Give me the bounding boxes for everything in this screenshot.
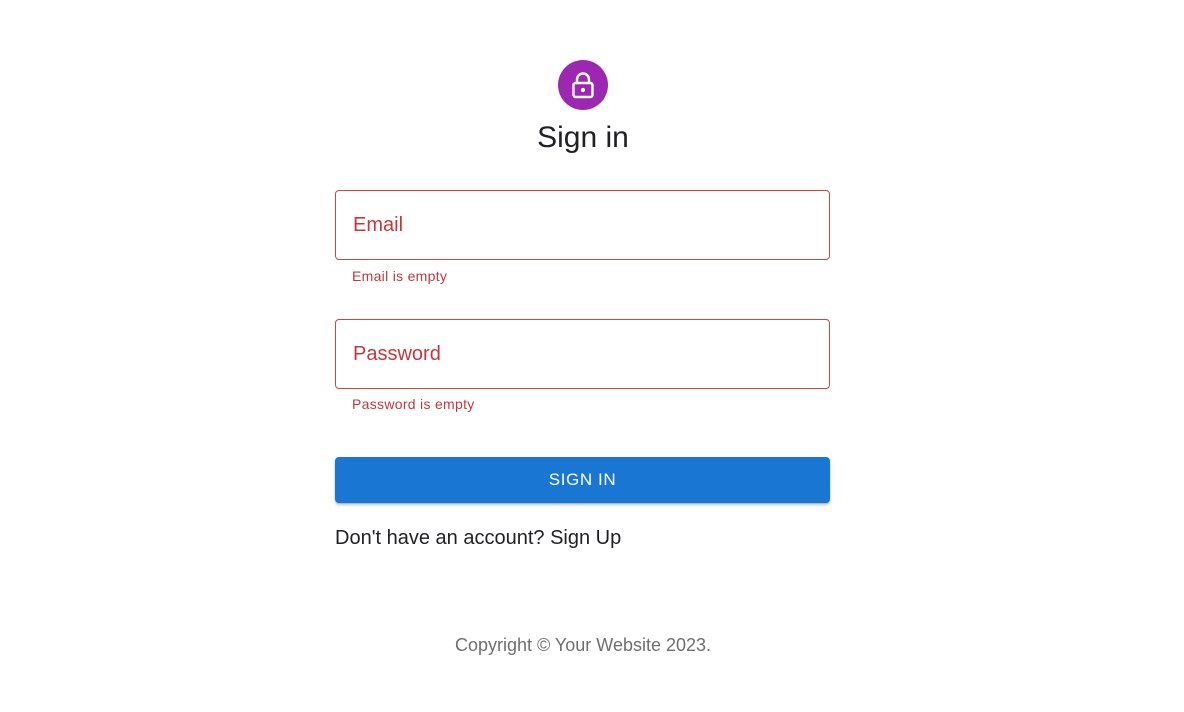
email-field[interactable]: Email	[335, 190, 830, 260]
password-error-text: Password is empty	[352, 396, 475, 412]
sign-in-button[interactable]: SIGN IN	[335, 457, 830, 503]
page-title: Sign in	[537, 121, 629, 154]
email-field-label: Email	[353, 214, 404, 236]
password-field[interactable]: Password	[335, 319, 830, 389]
sign-up-link[interactable]: Don't have an account? Sign Up	[335, 526, 621, 550]
email-error-text: Email is empty	[352, 268, 448, 284]
sign-in-page: Sign in Email Email is empty Password Pa…	[0, 0, 1184, 712]
lock-icon	[570, 71, 596, 99]
lock-avatar	[558, 60, 608, 110]
password-field-label: Password	[353, 343, 441, 365]
copyright-text: Copyright © Your Website 2023.	[454, 635, 712, 655]
